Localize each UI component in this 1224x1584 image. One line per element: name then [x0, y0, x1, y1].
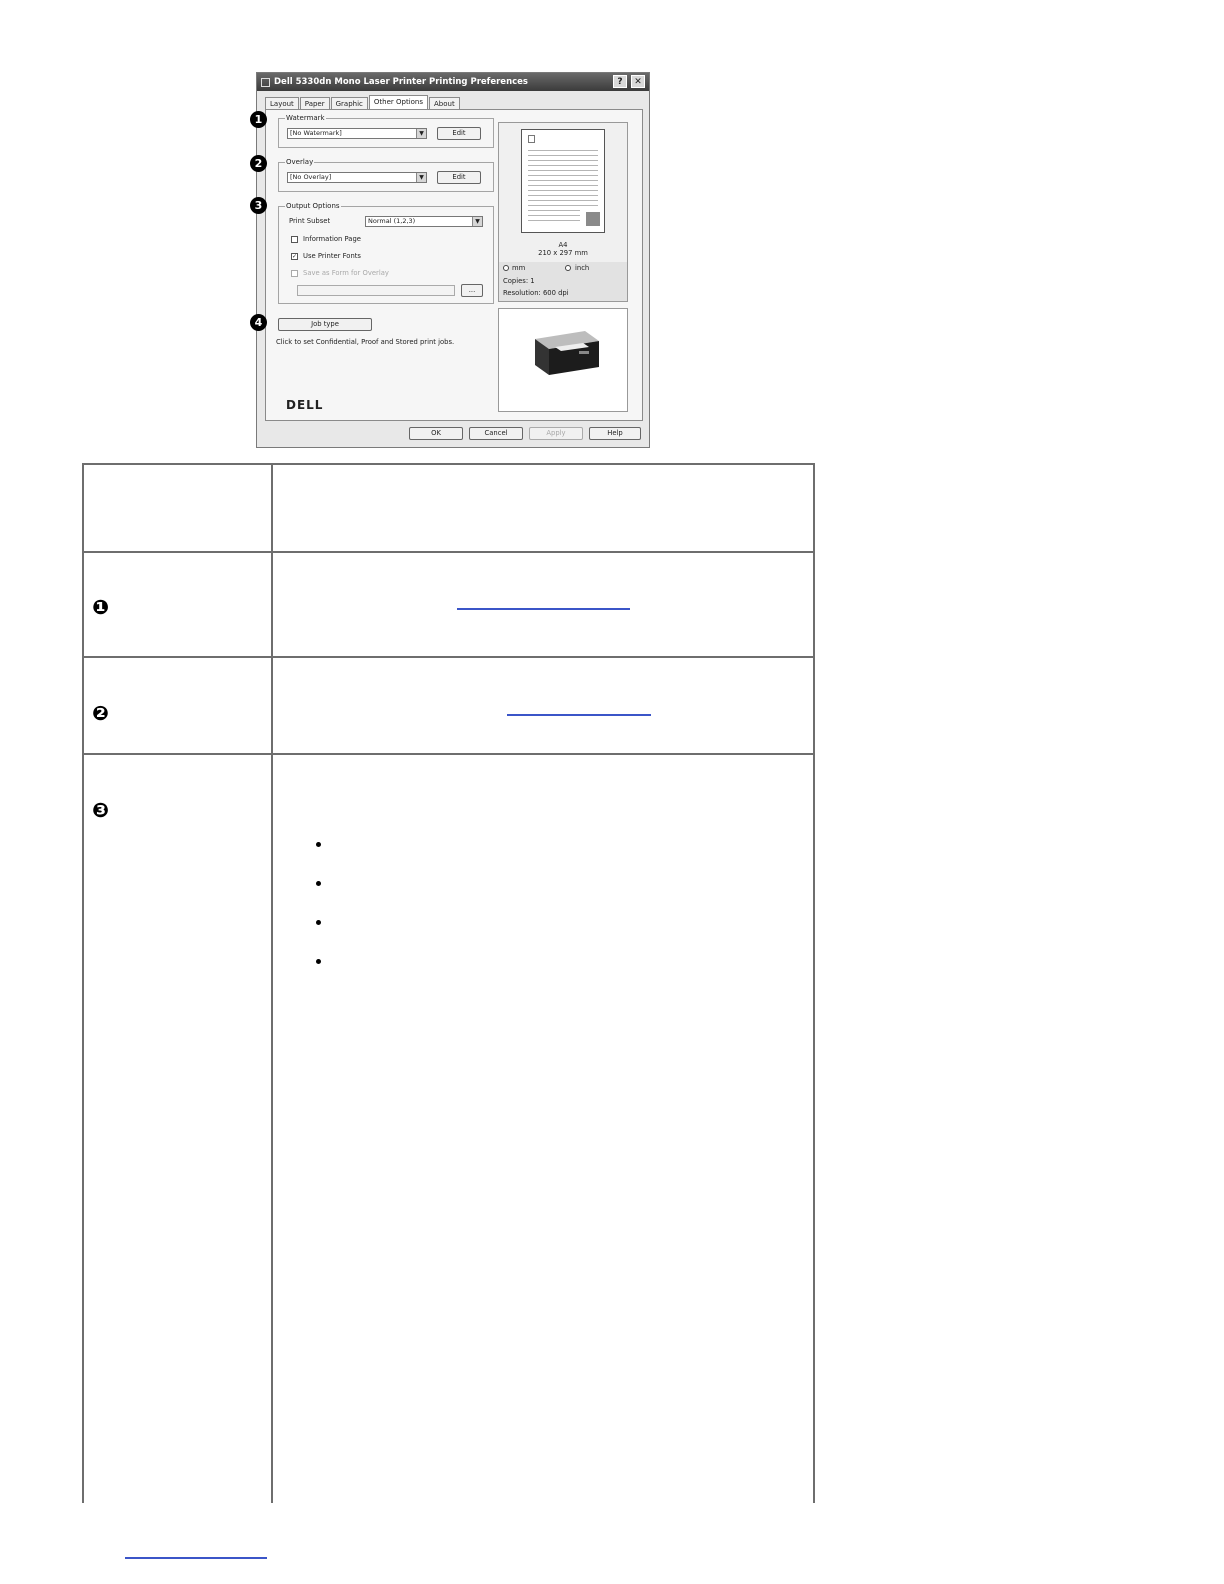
chevron-down-icon: ▼ — [472, 217, 482, 226]
callout-4: 4 — [250, 314, 267, 331]
chevron-down-icon: ▼ — [416, 129, 426, 138]
job-type-description: Click to set Confidential, Proof and Sto… — [276, 338, 455, 346]
unit-mm-label: mm — [512, 264, 526, 272]
dialog-title: Dell 5330dn Mono Laser Printer Printing … — [274, 77, 528, 87]
apply-button: Apply — [529, 427, 583, 440]
ok-button[interactable]: OK — [409, 427, 463, 440]
overlay-link[interactable] — [507, 714, 651, 716]
table-row-divider — [82, 656, 815, 658]
use-printer-fonts-checkbox[interactable]: ✓ — [291, 253, 298, 260]
callout-1: 1 — [250, 111, 267, 128]
print-subset-label: Print Subset — [289, 217, 331, 225]
unit-mm-radio[interactable] — [503, 265, 509, 271]
callout-3: 3 — [250, 197, 267, 214]
printer-image — [498, 308, 628, 412]
output-options-legend: Output Options — [285, 202, 341, 210]
page-preview: A4 210 x 297 mm mm inch Copies: 1 Resolu… — [498, 122, 628, 302]
tab-other-options[interactable]: Other Options — [368, 95, 428, 110]
preview-info-area: mm inch Copies: 1 Resolution: 600 dpi — [499, 262, 627, 301]
output-options-group: Output Options Print Subset Normal (1,2,… — [278, 202, 494, 304]
use-printer-fonts-label: Use Printer Fonts — [303, 252, 361, 260]
table-border-right — [813, 463, 815, 1503]
watermark-edit-button[interactable]: Edit — [437, 127, 481, 140]
list-item-bullet — [316, 920, 321, 925]
watermark-select[interactable]: [No Watermark] ▼ — [287, 128, 427, 139]
form-name-field — [297, 285, 455, 296]
table-row-divider — [82, 753, 815, 755]
watermark-value: [No Watermark] — [290, 129, 342, 137]
help-title-button[interactable]: ? — [613, 75, 627, 88]
overlay-value: [No Overlay] — [290, 173, 332, 181]
copies-readout: Copies: 1 — [503, 277, 535, 285]
page-corner-icon — [528, 135, 535, 143]
watermark-legend: Watermark — [285, 114, 326, 122]
watermark-link[interactable] — [457, 608, 630, 610]
close-icon[interactable]: ✕ — [631, 75, 645, 88]
options-table: ❶ ❷ ❸ — [82, 463, 815, 1503]
information-page-label: Information Page — [303, 235, 361, 243]
list-item-bullet — [316, 842, 321, 847]
unit-inch-radio[interactable] — [565, 265, 571, 271]
row-marker-2: ❷ — [92, 701, 109, 725]
resolution-readout: Resolution: 600 dpi — [503, 289, 569, 297]
overlay-edit-button[interactable]: Edit — [437, 171, 481, 184]
other-options-panel: Watermark [No Watermark] ▼ Edit Overlay … — [265, 109, 643, 421]
list-item-bullet — [316, 881, 321, 886]
unit-inch-label: inch — [575, 264, 590, 272]
printer-illustration — [535, 331, 599, 375]
printing-preferences-dialog: Dell 5330dn Mono Laser Printer Printing … — [256, 72, 650, 448]
cancel-button[interactable]: Cancel — [469, 427, 523, 440]
paper-size: 210 x 297 mm — [538, 249, 588, 257]
print-subset-select[interactable]: Normal (1,2,3) ▼ — [365, 216, 483, 227]
help-button[interactable]: Help — [589, 427, 641, 440]
job-type-button[interactable]: Job type — [278, 318, 372, 331]
print-subset-value: Normal (1,2,3) — [368, 217, 416, 225]
watermark-position-marker — [586, 212, 600, 226]
row-marker-1: ❶ — [92, 595, 109, 619]
watermark-group: Watermark [No Watermark] ▼ Edit — [278, 114, 494, 148]
save-as-form-label: Save as Form for Overlay — [303, 269, 389, 277]
table-border-top — [82, 463, 815, 465]
chevron-down-icon: ▼ — [416, 173, 426, 182]
table-column-divider — [271, 463, 273, 1503]
printer-icon — [261, 77, 270, 87]
preview-page-sheet — [521, 129, 605, 233]
overlay-select[interactable]: [No Overlay] ▼ — [287, 172, 427, 183]
callout-2: 2 — [250, 155, 267, 172]
dialog-title-bar: Dell 5330dn Mono Laser Printer Printing … — [257, 73, 649, 91]
list-item-bullet — [316, 959, 321, 964]
overlay-group: Overlay [No Overlay] ▼ Edit — [278, 158, 494, 192]
save-as-form-checkbox — [291, 270, 298, 277]
footer-link[interactable] — [125, 1557, 267, 1559]
paper-name: A4 — [558, 241, 568, 249]
dell-logo: DELL — [286, 398, 324, 412]
browse-button: ... — [461, 284, 483, 297]
overlay-legend: Overlay — [285, 158, 315, 166]
information-page-checkbox[interactable] — [291, 236, 298, 243]
row-marker-3: ❸ — [92, 798, 109, 822]
table-border-left — [82, 463, 84, 1503]
table-row-divider — [82, 551, 815, 553]
